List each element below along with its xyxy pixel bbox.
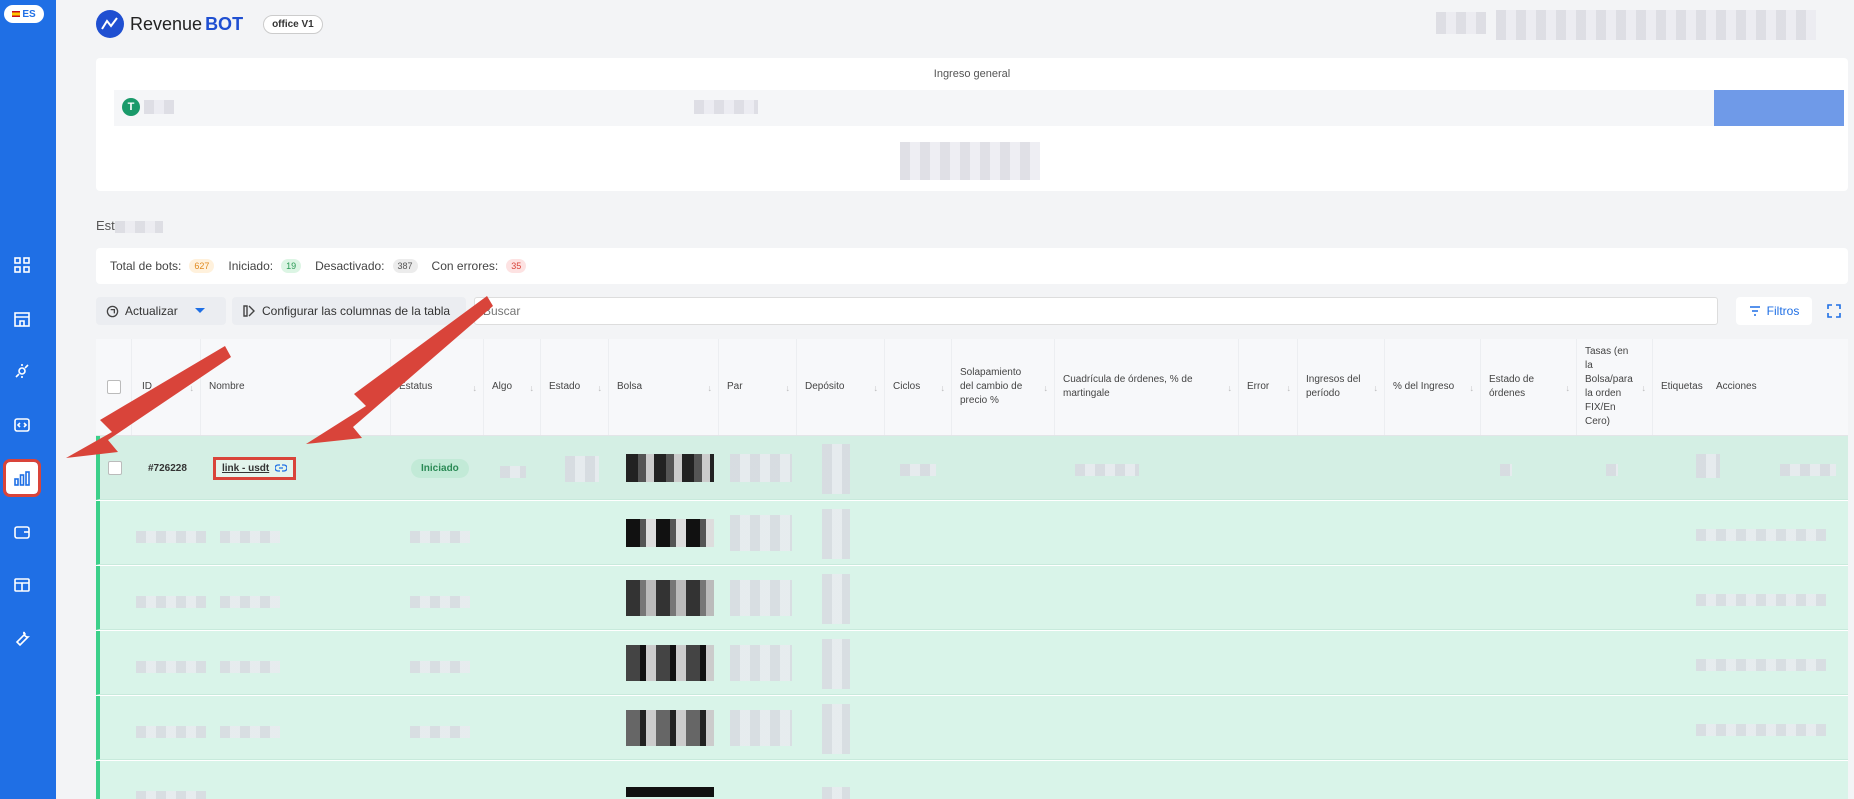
row-blurred-cell (900, 464, 936, 476)
row-blurred-cell (500, 466, 526, 478)
code-icon[interactable] (9, 412, 35, 438)
wallet-icon[interactable] (9, 519, 35, 545)
dashboard-icon[interactable] (9, 252, 35, 278)
language-switch[interactable]: ES (4, 5, 44, 23)
header: Revenue BOT office V1 (56, 0, 1854, 50)
bot-stats-bar: Total de bots: 627 Iniciado: 19 Desactiv… (96, 248, 1848, 284)
refresh-button[interactable]: Actualizar (96, 297, 226, 325)
column-header-order-grid[interactable]: Cuadrícula de órdenes, % de martingale ↓ (1055, 339, 1239, 435)
errors-label: Con errores: (431, 259, 499, 273)
spain-flag-icon (12, 11, 21, 17)
column-header-income-percent[interactable]: % del Ingreso ↓ (1385, 339, 1481, 435)
table-row[interactable] (96, 696, 1848, 760)
row-blurred-cell (1500, 464, 1512, 476)
table-row[interactable]: #726228 link - usdt Iniciado (96, 436, 1848, 500)
column-header-id[interactable]: ID ↓ (132, 339, 201, 435)
filter-icon (1749, 306, 1760, 316)
column-header-fees[interactable]: Tasas (en la Bolsa/para la orden FIX/En … (1577, 339, 1653, 435)
column-header-tags[interactable]: Etiquetas (1653, 339, 1715, 435)
table-row[interactable] (96, 566, 1848, 630)
column-header-name[interactable]: Nombre (201, 339, 391, 435)
store-icon[interactable] (9, 306, 35, 332)
column-header-state[interactable]: Estado ↓ (541, 339, 609, 435)
column-header-error[interactable]: Error ↓ (1239, 339, 1298, 435)
chevron-down-icon[interactable] (194, 307, 206, 315)
column-header-price-overlap[interactable]: Solapamiento del cambio de precio % ↓ (952, 339, 1055, 435)
row-status-cell: Iniciado (411, 436, 469, 500)
brand-name-part2: BOT (205, 13, 244, 34)
fullscreen-icon[interactable] (1820, 297, 1848, 325)
overview-blurred-value (144, 100, 174, 114)
configure-columns-label: Configurar las columnas de la tabla (262, 304, 451, 318)
refresh-icon (106, 305, 119, 317)
overview-title: Ingreso general (933, 68, 1011, 80)
filters-label: Filtros (1766, 304, 1800, 318)
row-blurred-exchange (626, 454, 714, 482)
token-icon: T (122, 98, 140, 116)
bot-settings-icon[interactable] (9, 358, 35, 384)
status-badge: Iniciado (411, 458, 469, 478)
column-header-deposit[interactable]: Depósito ↓ (797, 339, 885, 435)
column-header-status[interactable]: Estatus ↓ (391, 339, 484, 435)
wrench-icon[interactable] (9, 625, 35, 651)
bot-name-link[interactable]: link - usdt (213, 456, 297, 480)
search-input[interactable] (474, 297, 1718, 325)
disabled-count: 387 (392, 259, 418, 273)
filters-button[interactable]: Filtros (1736, 297, 1812, 325)
overview-card: Ingreso general T (96, 58, 1848, 191)
configure-columns-button[interactable]: Configurar las columnas de la tabla (232, 297, 466, 325)
table-header: ID ↓ Nombre Estatus ↓ Algo ↓ Estado ↓ Bolsa ↓… (96, 339, 1848, 436)
row-blurred-cell (565, 456, 599, 482)
row-blurred-cell (1606, 464, 1618, 476)
started-label: Iniciado: (228, 259, 274, 273)
layout-icon[interactable] (9, 572, 35, 598)
disabled-label: Desactivado: (315, 259, 385, 273)
overview-blurred-highlight (1714, 90, 1844, 126)
total-bots-count: 627 (189, 259, 215, 273)
errors-count: 35 (506, 259, 527, 273)
brand-logo[interactable]: Revenue BOT office V1 (96, 10, 323, 38)
table-row[interactable] (96, 631, 1848, 695)
column-header-algo[interactable]: Algo ↓ (484, 339, 541, 435)
bot-name-label: link - usdt (222, 462, 270, 474)
language-label: ES (22, 8, 36, 20)
row-name-cell: link - usdt (213, 436, 297, 500)
select-all-checkbox[interactable] (106, 380, 121, 394)
row-blurred-tags (1696, 454, 1720, 478)
header-blurred-block (1436, 12, 1486, 34)
brand-name-part1: Revenue (130, 13, 203, 34)
table-toolbar: Actualizar Configurar las columnas de la… (96, 297, 1848, 325)
user-info-blurred (1496, 10, 1816, 40)
column-header-pair[interactable]: Par ↓ (719, 339, 797, 435)
column-header-exchange[interactable]: Bolsa ↓ (609, 339, 719, 435)
link-icon (275, 464, 288, 472)
select-all-checkbox-cell (96, 339, 132, 435)
bots-table: ID ↓ Nombre Estatus ↓ Algo ↓ Estado ↓ Bolsa ↓… (96, 339, 1848, 799)
overview-row: T (114, 90, 1844, 126)
column-header-cycles[interactable]: Ciclos ↓ (885, 339, 952, 435)
started-count: 19 (281, 259, 302, 273)
table-row[interactable] (96, 761, 1848, 799)
column-header-orders-state[interactable]: Estado de órdenes ↓ (1481, 339, 1577, 435)
section-title: Est (96, 218, 163, 233)
bar-chart-icon[interactable] (3, 459, 41, 497)
columns-icon (243, 305, 255, 317)
office-version-badge: office V1 (263, 14, 323, 34)
row-blurred-actions (1780, 464, 1836, 476)
row-blurred-deposit (822, 444, 850, 494)
column-header-period-income[interactable]: Ingresos del período ↓ (1298, 339, 1385, 435)
sidebar: ES (0, 0, 56, 799)
row-checkbox[interactable] (108, 436, 122, 500)
row-id: #726228 (148, 462, 187, 474)
overview-blurred-total (900, 142, 1040, 180)
revenuebot-logo-icon (96, 10, 124, 38)
table-row[interactable] (96, 501, 1848, 565)
refresh-label: Actualizar (125, 304, 178, 318)
total-bots-label: Total de bots: (110, 259, 182, 273)
row-blurred-pair (730, 454, 792, 482)
overview-blurred-value (694, 100, 758, 114)
column-header-actions: Acciones (1716, 381, 1757, 392)
row-blurred-cell (1075, 464, 1139, 476)
